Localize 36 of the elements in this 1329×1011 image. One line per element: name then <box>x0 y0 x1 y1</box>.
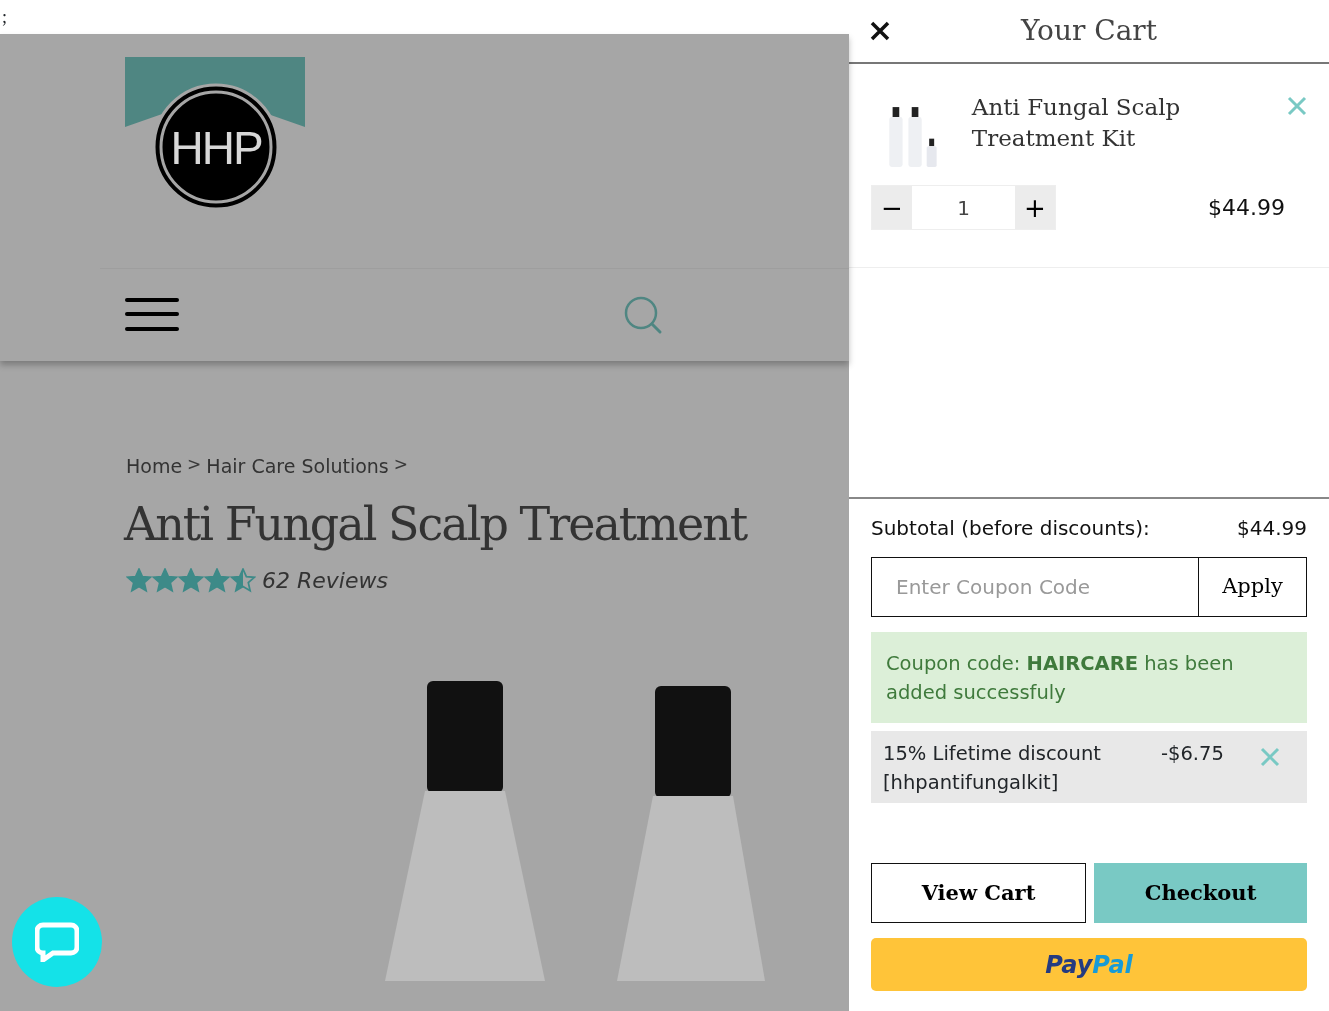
remove-button[interactable] <box>1259 746 1280 767</box>
remove-icon <box>1259 746 1280 767</box>
subtotal-value: $44.99 <box>1237 515 1307 542</box>
discount-amount: -$6.75 <box>1161 740 1224 767</box>
close-button[interactable] <box>869 20 891 42</box>
breadcrumb-separator: > <box>393 453 408 476</box>
item-price: $44.99 <box>1208 194 1285 222</box>
breadcrumb-link[interactable]: Home <box>126 452 183 481</box>
close-icon <box>869 20 891 42</box>
menu-icon[interactable] <box>125 298 179 332</box>
star-icon <box>178 568 204 594</box>
review-count[interactable]: 62 Reviews <box>262 564 388 598</box>
paypal-button[interactable]: PayPal <box>871 938 1307 991</box>
remove-button[interactable] <box>1287 96 1307 116</box>
product-title: Anti Fungal Scalp Treatment <box>124 495 747 553</box>
cart-title: Your Cart <box>1021 14 1157 48</box>
discount-label: 15% Lifetime discount [hhpantifungalkit] <box>883 740 1102 796</box>
stray-text: ; <box>0 0 849 34</box>
view-cart-button[interactable]: View Cart <box>871 863 1086 923</box>
remove-icon <box>1287 96 1307 116</box>
product-name[interactable]: Anti Fungal Scalp Treatment Kit <box>971 92 1287 155</box>
star-icon <box>230 568 256 594</box>
coupon-field[interactable]: Enter Coupon Code Apply <box>871 557 1307 617</box>
star-icon <box>204 568 230 594</box>
decrease-button[interactable]: − <box>872 186 912 229</box>
quantity-stepper[interactable]: − 1 + <box>871 185 1056 230</box>
search-icon[interactable] <box>623 295 663 335</box>
breadcrumb-separator: > <box>187 453 202 476</box>
success-message: Coupon code: HAIRCARE has been added successfuly <box>871 632 1307 723</box>
subtotal-label: Subtotal (before discounts): <box>871 515 1150 542</box>
star-icon <box>152 568 178 594</box>
increase-button[interactable]: + <box>1015 186 1055 229</box>
breadcrumb-link[interactable]: Hair Care Solutions <box>206 452 389 481</box>
checkout-button[interactable]: Checkout <box>1094 863 1307 923</box>
speech-bubble-icon <box>35 922 79 962</box>
star-icon <box>126 568 152 594</box>
